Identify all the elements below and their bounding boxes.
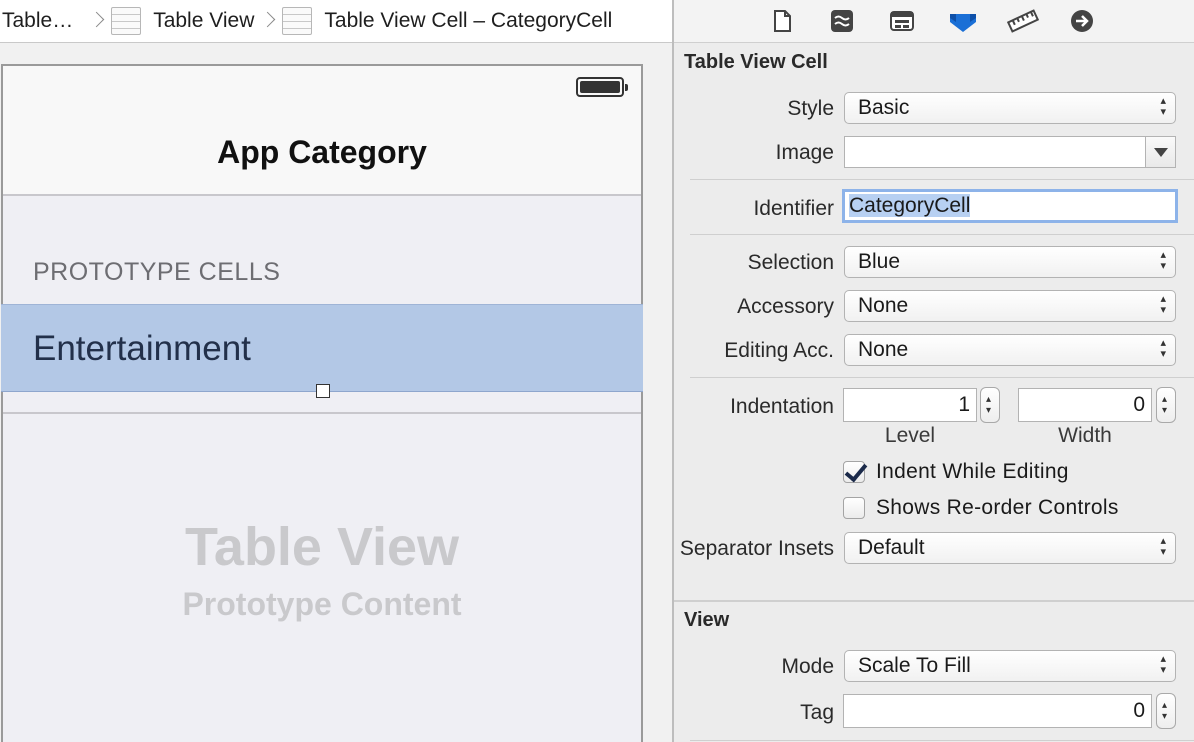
separator-insets-label: Separator Insets — [679, 537, 834, 560]
attributes-inspector-icon[interactable] — [948, 8, 978, 34]
cell-title-label[interactable]: Entertainment — [33, 329, 251, 369]
divider — [690, 234, 1194, 235]
status-bar — [3, 66, 641, 104]
indentation-width-field[interactable]: 0 — [1018, 388, 1152, 422]
cell-separator — [3, 412, 641, 414]
tag-stepper[interactable] — [1156, 693, 1176, 729]
file-inspector-icon[interactable] — [769, 8, 795, 34]
resize-handle[interactable] — [316, 384, 330, 398]
breadcrumb-item-table[interactable]: Table… — [0, 0, 73, 43]
identifier-value: CategoryCell — [849, 194, 971, 217]
prototype-cell[interactable]: Entertainment — [1, 304, 643, 392]
breadcrumb-separator-icon — [258, 0, 280, 43]
indentation-level-stepper[interactable] — [980, 387, 1000, 423]
separator-insets-popup[interactable]: Default — [844, 532, 1176, 564]
image-label: Image — [775, 141, 834, 164]
mode-popup[interactable]: Scale To Fill — [844, 650, 1176, 682]
table-view-cell-icon — [282, 7, 313, 35]
identifier-label: Identifier — [753, 197, 834, 220]
size-inspector-icon[interactable] — [1007, 8, 1039, 34]
divider — [690, 740, 1194, 741]
reorder-controls-checkbox[interactable] — [843, 497, 865, 519]
tag-label: Tag — [800, 701, 834, 724]
mode-label: Mode — [781, 655, 834, 678]
breadcrumb-separator-icon — [87, 0, 109, 43]
indentation-width-stepper[interactable] — [1156, 387, 1176, 423]
breadcrumb-label: Table View — [153, 9, 255, 32]
attributes-inspector: Table View Cell Style Basic Image Identi… — [674, 0, 1194, 742]
selection-label: Selection — [747, 251, 834, 274]
reorder-controls-label[interactable]: Shows Re-order Controls — [876, 496, 1119, 520]
placeholder-title: Table View — [184, 517, 460, 577]
style-label: Style — [787, 97, 834, 120]
breadcrumb-label: Table… — [2, 9, 74, 32]
section-title-table-view-cell: Table View Cell — [684, 51, 828, 73]
breadcrumb: Table… Table View Table View Cell – Cate… — [0, 0, 672, 43]
chevron-down-icon[interactable] — [1145, 137, 1175, 167]
indentation-level-field[interactable]: 1 — [843, 388, 977, 422]
section-title-view: View — [684, 609, 730, 631]
placeholder-subtitle: Prototype Content — [182, 586, 462, 622]
battery-icon — [576, 77, 628, 97]
accessory-popup[interactable]: None — [844, 290, 1176, 322]
navigation-bar[interactable]: App Category — [3, 104, 641, 196]
breadcrumb-label: Table View Cell – CategoryCell — [324, 9, 613, 32]
view-controller-scene[interactable]: App Category PROTOTYPE CELLS Entertainme… — [1, 64, 643, 742]
breadcrumb-item-table-view[interactable]: Table View — [109, 0, 254, 43]
indent-while-editing-label[interactable]: Indent While Editing — [876, 460, 1069, 484]
identifier-field[interactable]: CategoryCell — [842, 189, 1178, 223]
level-sublabel: Level — [884, 424, 936, 447]
style-popup[interactable]: Basic — [844, 92, 1176, 124]
image-combo-box[interactable] — [844, 136, 1176, 168]
accessory-label: Accessory — [737, 295, 834, 318]
storyboard-canvas: Table… Table View Table View Cell – Cate… — [0, 0, 672, 742]
editing-accessory-label: Editing Acc. — [724, 339, 834, 362]
breadcrumb-item-table-view-cell[interactable]: Table View Cell – CategoryCell — [280, 0, 612, 43]
nav-title[interactable]: App Category — [3, 134, 641, 171]
width-sublabel: Width — [1058, 424, 1112, 447]
tag-field[interactable]: 0 — [843, 694, 1152, 728]
indent-while-editing-checkbox[interactable] — [843, 461, 865, 483]
connections-inspector-icon[interactable] — [1069, 8, 1095, 34]
section-divider — [674, 600, 1194, 602]
divider — [690, 377, 1194, 378]
selection-popup[interactable]: Blue — [844, 246, 1176, 278]
inspector-tab-bar — [674, 0, 1194, 43]
divider — [690, 179, 1194, 180]
editing-accessory-popup[interactable]: None — [844, 334, 1176, 366]
quick-help-icon[interactable] — [829, 8, 855, 34]
identity-inspector-icon[interactable] — [889, 8, 915, 34]
section-header: PROTOTYPE CELLS — [33, 258, 281, 286]
indentation-label: Indentation — [730, 395, 834, 418]
table-view-icon — [111, 7, 142, 35]
